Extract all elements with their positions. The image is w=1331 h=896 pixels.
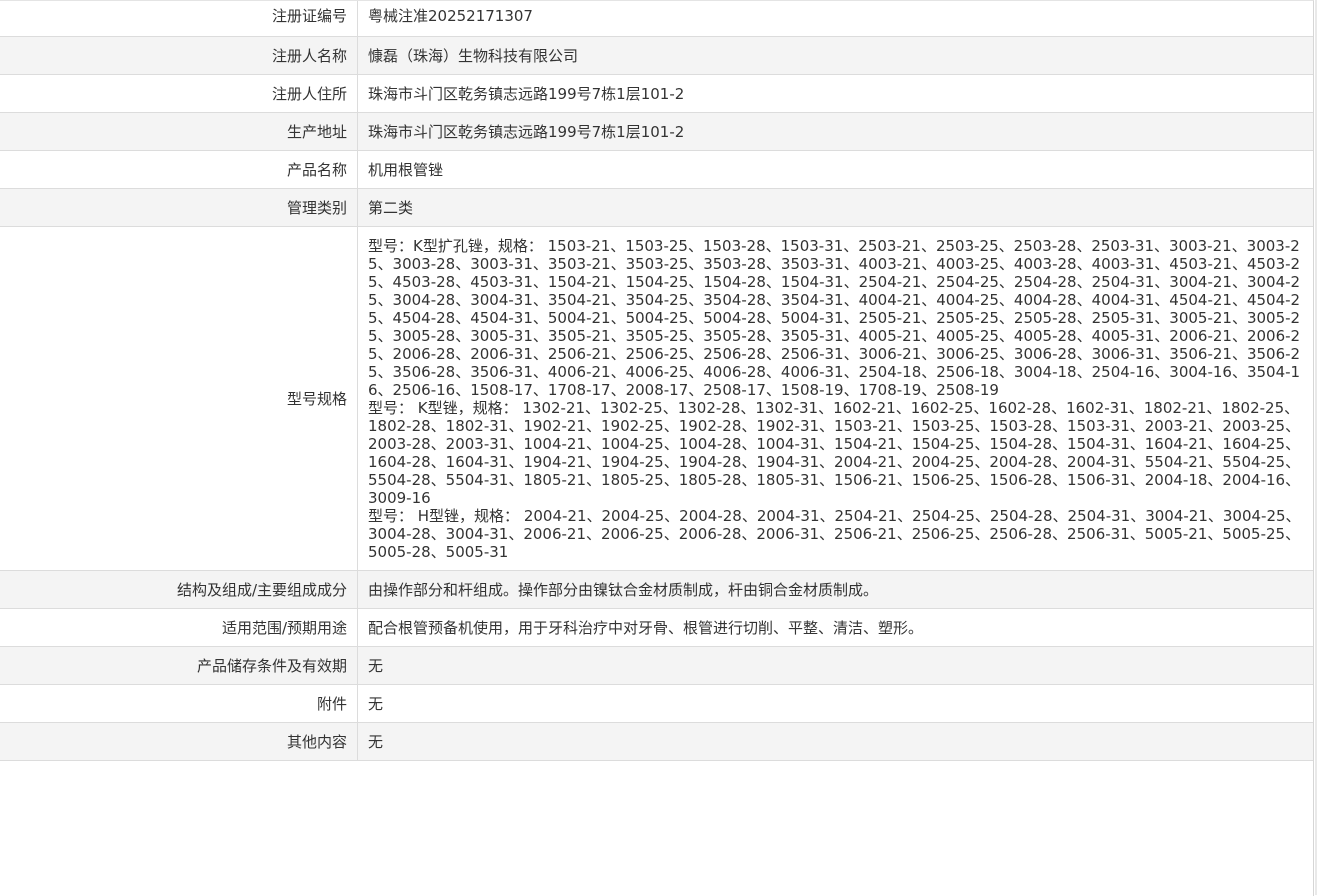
structure-composition-value: 由操作部分和杆组成。操作部分由镍钛合金材质制成，杆由铜合金材质制成。 — [357, 570, 1313, 609]
field-label: 其他内容 — [0, 722, 358, 761]
row-model-specification: 型号规格 型号：K型扩孔锉，规格： 1503-21、1503-25、1503-2… — [0, 226, 1313, 571]
page-edge-divider — [1315, 0, 1317, 895]
field-label: 注册证编号 — [0, 1, 358, 37]
storage-validity-value: 无 — [357, 646, 1313, 685]
field-label: 结构及组成/主要组成成分 — [0, 570, 358, 609]
intended-use-value: 配合根管预备机使用，用于牙科治疗中对牙骨、根管进行切削、平整、清洁、塑形。 — [357, 608, 1313, 647]
field-label: 注册人住所 — [0, 74, 358, 113]
field-label: 管理类别 — [0, 188, 358, 227]
registration-info-table: 注册证编号 粤械注准20252171307 注册人名称 慷磊（珠海）生物科技有限… — [0, 1, 1313, 761]
field-label: 产品储存条件及有效期 — [0, 646, 358, 685]
registration-number-value: 粤械注准20252171307 — [357, 1, 1313, 37]
registrant-address-value: 珠海市斗门区乾务镇志远路199号7栋1层101-2 — [357, 74, 1313, 113]
row-attachment: 附件 无 — [0, 684, 1313, 723]
product-name-value: 机用根管锉 — [357, 150, 1313, 189]
row-other-content: 其他内容 无 — [0, 722, 1313, 761]
field-label: 生产地址 — [0, 112, 358, 151]
spec-k-reamer: 型号：K型扩孔锉，规格： 1503-21、1503-25、1503-28、150… — [368, 237, 1301, 399]
spec-h-file: 型号： H型锉，规格： 2004-21、2004-25、2004-28、2004… — [368, 507, 1301, 561]
other-content-value: 无 — [357, 722, 1313, 761]
row-registration-number: 注册证编号 粤械注准20252171307 — [0, 1, 1313, 37]
row-registrant-name: 注册人名称 慷磊（珠海）生物科技有限公司 — [0, 36, 1313, 75]
field-label: 适用范围/预期用途 — [0, 608, 358, 647]
model-specification-value: 型号：K型扩孔锉，规格： 1503-21、1503-25、1503-28、150… — [357, 226, 1313, 571]
row-production-address: 生产地址 珠海市斗门区乾务镇志远路199号7栋1层101-2 — [0, 112, 1313, 151]
management-category-value: 第二类 — [357, 188, 1313, 227]
row-registrant-address: 注册人住所 珠海市斗门区乾务镇志远路199号7栋1层101-2 — [0, 74, 1313, 113]
spec-k-file: 型号： K型锉，规格： 1302-21、1302-25、1302-28、1302… — [368, 399, 1301, 507]
field-label: 产品名称 — [0, 150, 358, 189]
production-address-value: 珠海市斗门区乾务镇志远路199号7栋1层101-2 — [357, 112, 1313, 151]
attachment-value: 无 — [357, 684, 1313, 723]
field-label: 附件 — [0, 684, 358, 723]
registration-detail-panel: 注册证编号 粤械注准20252171307 注册人名称 慷磊（珠海）生物科技有限… — [0, 0, 1314, 896]
row-intended-use: 适用范围/预期用途 配合根管预备机使用，用于牙科治疗中对牙骨、根管进行切削、平整… — [0, 608, 1313, 647]
field-label: 型号规格 — [0, 226, 358, 571]
row-structure-composition: 结构及组成/主要组成成分 由操作部分和杆组成。操作部分由镍钛合金材质制成，杆由铜… — [0, 570, 1313, 609]
registrant-name-value: 慷磊（珠海）生物科技有限公司 — [357, 36, 1313, 75]
row-storage-validity: 产品储存条件及有效期 无 — [0, 646, 1313, 685]
field-label: 注册人名称 — [0, 36, 358, 75]
row-product-name: 产品名称 机用根管锉 — [0, 150, 1313, 189]
row-management-category: 管理类别 第二类 — [0, 188, 1313, 227]
